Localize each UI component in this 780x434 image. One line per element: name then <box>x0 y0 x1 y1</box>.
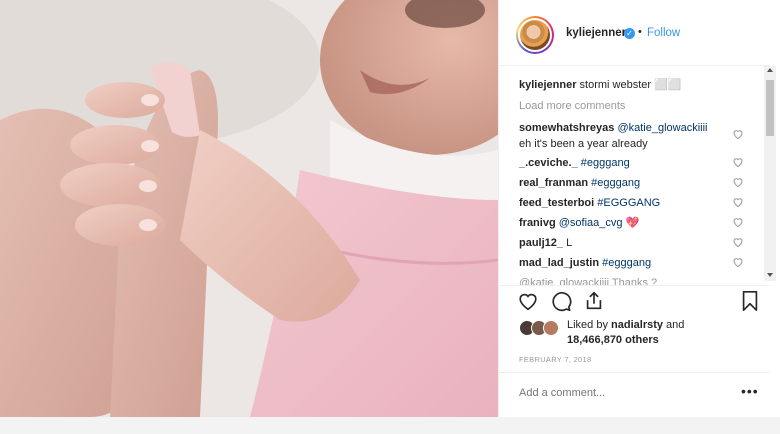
comment-text: 💖 <box>625 217 640 229</box>
comment-mention[interactable]: @sofiaa_cvg <box>559 217 623 229</box>
caption-username[interactable]: kyliejenner <box>519 79 576 91</box>
share-icon[interactable] <box>583 290 605 312</box>
comment-item: franivg @sofiaa_cvg 💖 <box>519 215 749 231</box>
post-actions-bar <box>499 285 769 317</box>
comment-item: real_franman #egggang <box>519 175 749 191</box>
load-more-comments-button[interactable]: Load more comments <box>519 100 625 112</box>
verified-badge-icon: ✓ <box>624 28 635 39</box>
comment-username[interactable]: mad_lad_justin <box>519 257 599 269</box>
baby-hand-photo <box>0 0 498 417</box>
comment-text: L <box>566 237 573 249</box>
comment-item: _.ceviche._ #egggang <box>519 155 749 171</box>
likes-summary: Liked by nadialrsty and 18,466,870 other… <box>519 318 769 348</box>
comment-username[interactable]: _.ceviche._ <box>519 157 578 169</box>
add-comment-input[interactable] <box>519 387 719 399</box>
bookmark-icon[interactable] <box>739 290 761 312</box>
caption: kyliejenner stormi webster ⬜⬜ <box>519 78 682 91</box>
comment-like-heart-icon[interactable] <box>732 196 744 208</box>
comment-like-heart-icon[interactable] <box>732 236 744 248</box>
comment-like-heart-icon[interactable] <box>732 156 744 168</box>
comment-mention[interactable]: #egggang <box>581 157 630 169</box>
comment-mention[interactable]: #EGGGANG <box>597 197 660 209</box>
comment-text: eh it's been a year already <box>519 138 648 150</box>
scroll-down-arrow-icon[interactable] <box>767 273 773 277</box>
liked-by-user[interactable]: nadialrsty <box>611 319 663 331</box>
comment-bubble-icon[interactable] <box>550 290 572 312</box>
separator-dot: • <box>638 26 642 38</box>
follow-button[interactable]: Follow <box>647 27 680 39</box>
comment-username[interactable]: paulj12_ <box>519 237 563 249</box>
post-side-panel: kyliejenner ✓ • Follow kyliejenner storm… <box>498 0 780 417</box>
comment-like-heart-icon[interactable] <box>732 128 744 140</box>
comment-text: @katie_glowackiiii Thanks ? <box>519 277 658 285</box>
post-date[interactable]: FEBRUARY 7, 2018 <box>519 355 591 364</box>
comment-item-partial: @katie_glowackiiii Thanks ? <box>519 275 749 285</box>
comment-mention[interactable]: #egggang <box>591 177 640 189</box>
comment-like-heart-icon[interactable] <box>732 256 744 268</box>
caption-text: stormi webster ⬜⬜ <box>579 79 682 91</box>
post-header: kyliejenner ✓ • Follow <box>499 0 769 66</box>
comment-mention[interactable]: @katie_glowackiiii <box>617 122 707 134</box>
comment-mention[interactable]: #egggang <box>602 257 651 269</box>
more-options-button[interactable]: ••• <box>741 383 759 399</box>
comments-list: kyliejenner stormi webster ⬜⬜ Load more … <box>499 66 769 285</box>
comment-username[interactable]: somewhatshreyas <box>519 122 614 134</box>
username[interactable]: kyliejenner <box>566 27 626 39</box>
scrollbar-thumb[interactable] <box>766 80 774 136</box>
add-comment-bar: ••• <box>499 372 769 417</box>
comment-like-heart-icon[interactable] <box>732 216 744 228</box>
comment-username[interactable]: feed_testerboi <box>519 197 594 209</box>
comment-item: somewhatshreyas @katie_glowackiiii eh it… <box>519 120 749 152</box>
liked-by-text: Liked by nadialrsty and 18,466,870 other… <box>567 318 684 348</box>
like-heart-icon[interactable] <box>517 290 539 312</box>
liker-avatar <box>543 320 559 336</box>
likes-count[interactable]: 18,466,870 others <box>567 334 659 346</box>
comment-username[interactable]: franivg <box>519 217 556 229</box>
post-photo[interactable] <box>0 0 498 417</box>
comment-item: feed_testerboi #EGGGANG <box>519 195 749 211</box>
comments-scrollbar[interactable] <box>764 66 776 281</box>
liked-by-prefix: Liked by <box>567 319 612 331</box>
liked-by-suffix: and <box>663 319 685 331</box>
comment-username[interactable]: real_franman <box>519 177 588 189</box>
comment-item: paulj12_ L <box>519 235 749 251</box>
avatar[interactable] <box>516 16 554 54</box>
instagram-post: kyliejenner ✓ • Follow kyliejenner storm… <box>0 0 780 417</box>
liker-avatars[interactable] <box>519 320 563 336</box>
comment-like-heart-icon[interactable] <box>732 176 744 188</box>
avatar-image <box>520 20 550 50</box>
scroll-up-arrow-icon[interactable] <box>767 68 773 72</box>
comment-item: mad_lad_justin #egggang <box>519 255 749 271</box>
